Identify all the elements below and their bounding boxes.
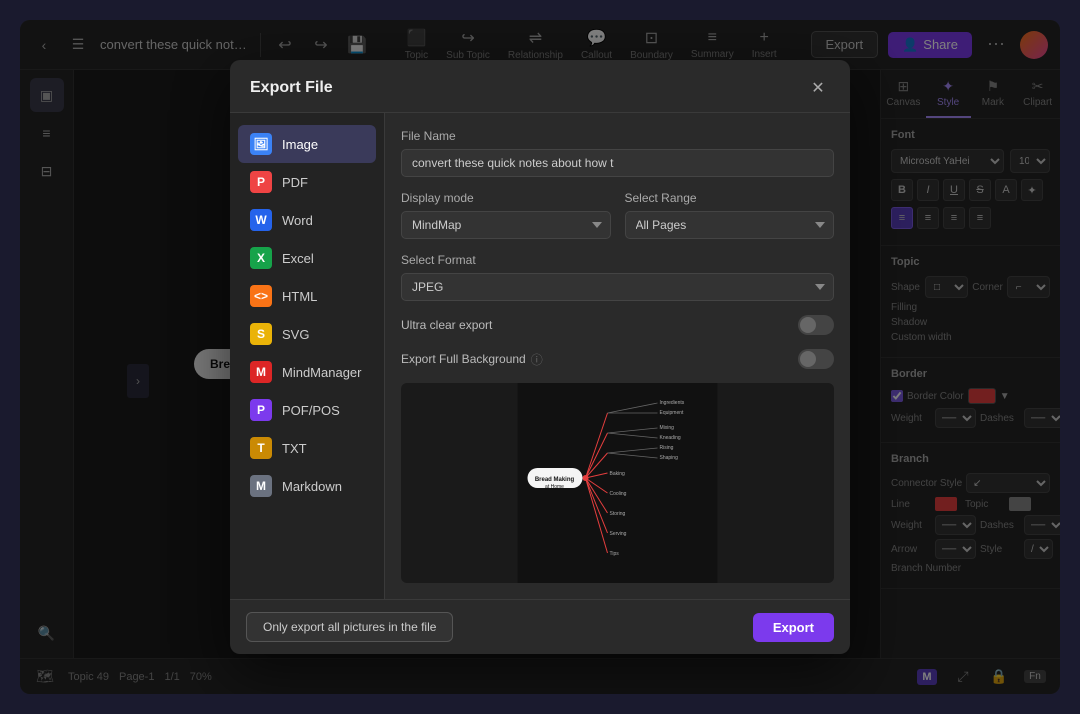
image-format-label: Image [282,137,318,152]
svg-text:Storing: Storing [610,511,626,517]
modal-body: 🖼 Image P PDF W Word X Excel [230,113,850,599]
pof-format-label: POF/POS [282,403,340,418]
select-range-label: Select Range [625,191,835,205]
format-word[interactable]: W Word [238,201,376,239]
svg-format-icon: S [250,323,272,345]
format-svg[interactable]: S SVG [238,315,376,353]
export-full-bg-label: Export Full Background ⓘ [401,351,543,368]
file-name-input[interactable] [401,149,834,177]
select-format-group: Select Format JPEG PNG WebP [401,253,834,301]
html-format-icon: <> [250,285,272,307]
svg-text:Tips: Tips [610,551,620,557]
format-list: 🖼 Image P PDF W Word X Excel [230,113,385,599]
svg-format-label: SVG [282,327,309,342]
preview-box: Bread Making at Home [401,383,834,583]
mode-range-row: Display mode MindMap Outline Gantt Selec… [401,191,834,239]
display-mode-select[interactable]: MindMap Outline Gantt [401,211,611,239]
format-excel[interactable]: X Excel [238,239,376,277]
file-name-group: File Name [401,129,834,177]
txt-format-label: TXT [282,441,307,456]
excel-format-label: Excel [282,251,314,266]
word-format-icon: W [250,209,272,231]
svg-text:Kneading: Kneading [660,435,681,441]
only-export-pictures-button[interactable]: Only export all pictures in the file [246,612,453,642]
mindmanager-format-icon: M [250,361,272,383]
display-mode-label: Display mode [401,191,611,205]
export-full-bg-row: Export Full Background ⓘ [401,349,834,369]
format-markdown[interactable]: M Markdown [238,467,376,505]
format-image[interactable]: 🖼 Image [238,125,376,163]
svg-text:Shaping: Shaping [660,455,679,461]
txt-format-icon: T [250,437,272,459]
app-window: ‹ ☰ convert these quick notes ... ↩ ↪ 💾 … [20,20,1060,694]
format-mindmanager[interactable]: M MindManager [238,353,376,391]
modal-footer: Only export all pictures in the file Exp… [230,599,850,654]
select-range-group: Select Range All Pages Current Page [625,191,835,239]
svg-text:Baking: Baking [610,471,626,477]
format-txt[interactable]: T TXT [238,429,376,467]
file-name-label: File Name [401,129,834,143]
mindmanager-format-label: MindManager [282,365,362,380]
export-full-bg-toggle[interactable] [798,349,834,369]
svg-text:at Home: at Home [545,484,564,490]
modal-overlay: Export File ✕ 🖼 Image P PDF W W [20,20,1060,694]
ultra-clear-label: Ultra clear export [401,318,492,332]
svg-text:Serving: Serving [610,531,627,537]
svg-text:Cooling: Cooling [610,491,627,497]
export-modal: Export File ✕ 🖼 Image P PDF W W [230,60,850,654]
display-mode-group: Display mode MindMap Outline Gantt [401,191,611,239]
pdf-format-label: PDF [282,175,308,190]
format-pof[interactable]: P POF/POS [238,391,376,429]
svg-text:Bread Making: Bread Making [535,477,575,483]
modal-close-button[interactable]: ✕ [806,76,830,100]
svg-text:Ingredients: Ingredients [660,400,685,406]
modal-export-button[interactable]: Export [753,613,834,642]
format-pdf[interactable]: P PDF [238,163,376,201]
export-settings: File Name Display mode MindMap Outline G… [385,113,850,599]
pof-format-icon: P [250,399,272,421]
info-icon: ⓘ [531,351,543,368]
markdown-format-icon: M [250,475,272,497]
html-format-label: HTML [282,289,317,304]
image-format-icon: 🖼 [250,133,272,155]
modal-title: Export File [250,79,333,97]
excel-format-icon: X [250,247,272,269]
ultra-clear-toggle[interactable] [798,315,834,335]
ultra-clear-row: Ultra clear export [401,315,834,335]
svg-text:Mixing: Mixing [660,425,675,431]
preview-image: Bread Making at Home [401,383,834,583]
svg-text:Equipment: Equipment [660,410,685,416]
word-format-label: Word [282,213,313,228]
svg-text:Rising: Rising [660,445,674,451]
select-format-select[interactable]: JPEG PNG WebP [401,273,834,301]
select-range-select[interactable]: All Pages Current Page [625,211,835,239]
modal-header: Export File ✕ [230,60,850,113]
pdf-format-icon: P [250,171,272,193]
preview-svg: Bread Making at Home [401,383,834,583]
select-format-label: Select Format [401,253,834,267]
format-html[interactable]: <> HTML [238,277,376,315]
markdown-format-label: Markdown [282,479,342,494]
